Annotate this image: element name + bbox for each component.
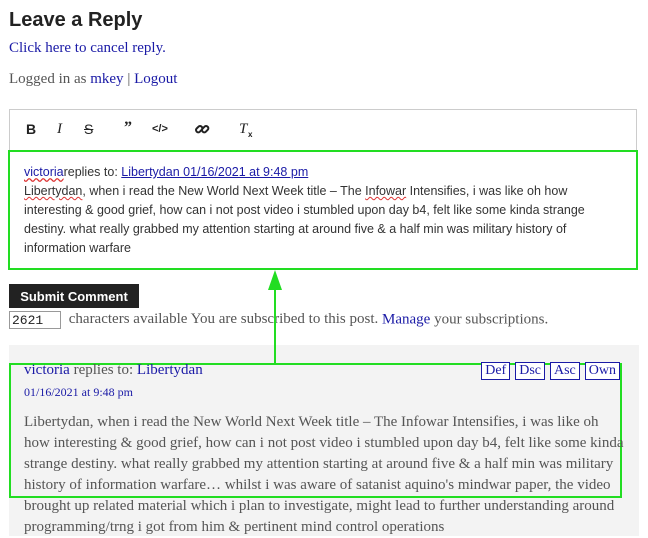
comment-date-link[interactable]: 01/16/2021 at 9:48 pm (24, 385, 133, 400)
sort-buttons: Def Dsc Asc Own (481, 362, 620, 380)
comment-header: victoria replies to: Libertydan (24, 362, 203, 379)
comment-target-link[interactable]: Libertydan (137, 362, 203, 378)
sort-asc-button[interactable]: Asc (549, 362, 580, 380)
sort-dsc-button[interactable]: Dsc (515, 362, 545, 380)
sort-def-button[interactable]: Def (481, 362, 511, 380)
sort-own-button[interactable]: Own (584, 362, 620, 380)
comment-text: Libertydan, when i read the New World Ne… (24, 414, 624, 535)
comment-replies-to: replies to: (73, 362, 134, 378)
comment-author-link[interactable]: victoria (24, 362, 70, 378)
